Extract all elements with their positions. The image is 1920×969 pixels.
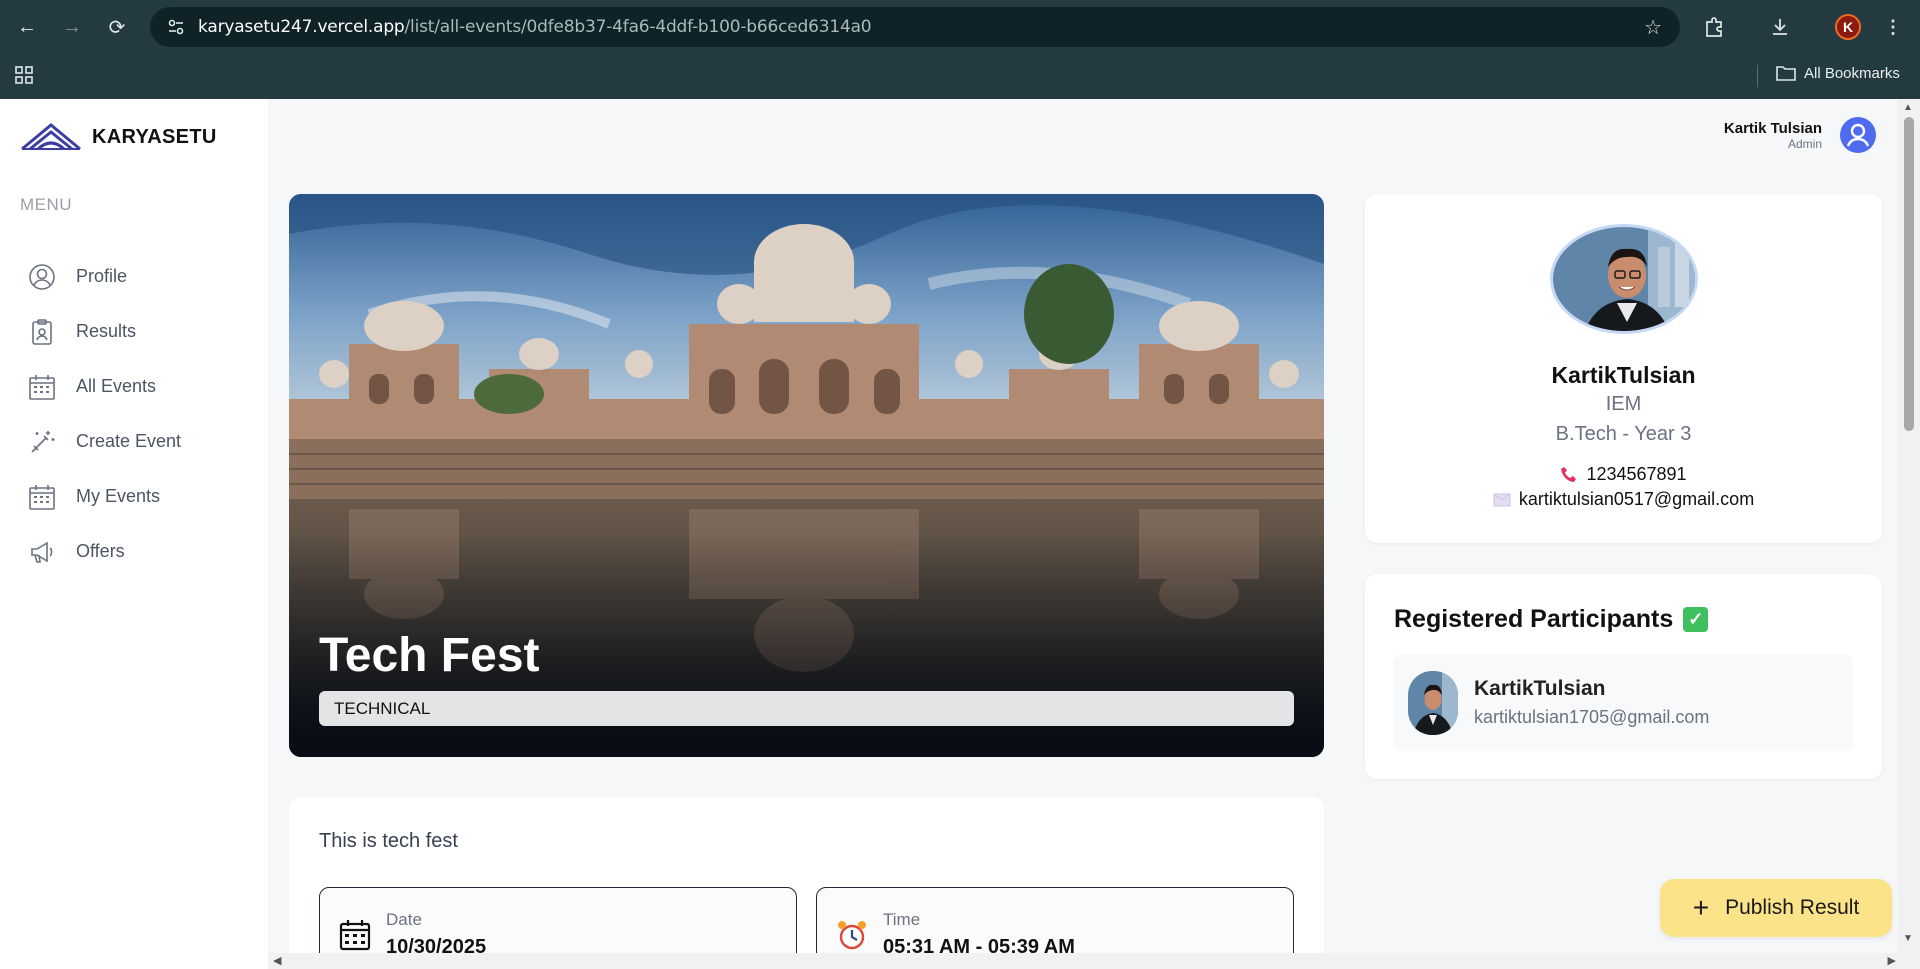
participants-title: Registered Participants ✓ <box>1394 605 1709 634</box>
user-circle-icon <box>29 263 55 290</box>
participant-avatar <box>1408 671 1458 735</box>
scroll-down-icon[interactable]: ▼ <box>1903 933 1913 944</box>
apps-grid-icon[interactable] <box>14 65 34 90</box>
logo[interactable]: KARYASETU <box>20 121 217 153</box>
alarm-clock-icon <box>838 921 866 950</box>
bookmarks-divider <box>1757 65 1758 87</box>
bookmark-star-icon[interactable]: ☆ <box>1644 15 1662 40</box>
bookmarks-bar: All Bookmarks <box>0 55 1920 99</box>
publish-result-label: Publish Result <box>1725 896 1860 919</box>
all-bookmarks-button[interactable]: All Bookmarks <box>1776 64 1900 82</box>
download-icon[interactable] <box>1766 13 1794 41</box>
browser-chrome: ← → ⟳ karyasetu247.vercel.app/list/all-e… <box>0 0 1920 99</box>
user-role: Admin <box>1787 136 1822 151</box>
envelope-icon <box>1493 493 1511 506</box>
event-hero: Tech Fest TECHNICAL <box>289 194 1324 757</box>
megaphone-icon <box>31 541 53 563</box>
main-content: Kartik Tulsian Admin Tech Fest TECHNICAL… <box>268 99 1898 953</box>
organizer-phone: 1234567891 <box>1586 464 1687 484</box>
organizer-email-row: kartiktulsian0517@gmail.com <box>1365 489 1882 510</box>
sidebar-item-label: Results <box>76 321 137 341</box>
sidebar-item-label: Profile <box>76 266 128 286</box>
publish-result-button[interactable]: + Publish Result <box>1660 879 1892 937</box>
magic-wand-icon <box>31 430 55 453</box>
clipboard-icon <box>32 318 52 345</box>
scrollbar-thumb[interactable] <box>1904 117 1914 431</box>
reload-icon[interactable]: ⟳ <box>103 13 131 41</box>
scroll-up-icon[interactable]: ▲ <box>1903 102 1913 113</box>
participant-row[interactable]: KartikTulsian kartiktulsian1705@gmail.co… <box>1394 654 1853 751</box>
time-label: Time <box>883 910 921 929</box>
back-icon[interactable]: ← <box>13 13 41 41</box>
event-description: This is tech fest <box>319 830 458 852</box>
organizer-year: B.Tech - Year 3 <box>1555 423 1692 445</box>
organizer-email[interactable]: kartiktulsian0517@gmail.com <box>1519 489 1754 510</box>
sidebar-nav: Profile Results All Events Create Event … <box>28 249 181 579</box>
event-title: Tech Fest <box>319 629 540 682</box>
sidebar-item-label: All Events <box>76 376 157 396</box>
sidebar-item-my-events[interactable]: My Events <box>28 469 181 524</box>
event-time-box: Time 05:31 AM - 05:39 AM <box>816 887 1294 953</box>
event-date-box: Date 10/30/2025 <box>319 887 797 953</box>
time-value: 05:31 AM - 05:39 AM <box>883 936 1075 953</box>
address-bar[interactable]: karyasetu247.vercel.app/list/all-events/… <box>150 7 1680 47</box>
vertical-scrollbar[interactable]: ▲ ▼ <box>1898 99 1920 969</box>
extensions-icon[interactable] <box>1700 13 1728 41</box>
app: KARYASETU MENU Profile Results All Event… <box>0 99 1920 969</box>
event-details-card: This is tech fest Date 10/30/2025 Time 0… <box>289 797 1324 953</box>
organizer-institute: IEM <box>1605 393 1642 415</box>
participants-heading: Registered Participants <box>1394 605 1674 633</box>
sidebar-item-create-event[interactable]: Create Event <box>28 414 181 469</box>
url-domain: karyasetu247.vercel.app <box>198 17 405 37</box>
organizer-name: KartikTulsian <box>1551 362 1696 388</box>
organizer-phone-row: 1234567891 <box>1365 464 1882 485</box>
sidebar-item-all-events[interactable]: All Events <box>28 359 181 414</box>
calendar-icon <box>339 920 371 951</box>
phone-icon <box>1561 466 1577 482</box>
organizer-avatar <box>1550 224 1698 334</box>
karyasetu-logo-icon <box>21 123 81 151</box>
calendar-icon <box>29 484 55 510</box>
user-menu[interactable]: Kartik Tulsian Admin <box>1724 117 1876 153</box>
sidebar-item-results[interactable]: Results <box>28 304 181 359</box>
event-category-badge: TECHNICAL <box>319 691 1294 726</box>
menu-label: MENU <box>20 195 73 214</box>
date-label: Date <box>386 910 422 929</box>
sidebar-item-label: Offers <box>76 541 125 561</box>
url-text[interactable]: karyasetu247.vercel.app/list/all-events/… <box>198 17 872 37</box>
sidebar-item-label: Create Event <box>76 431 182 451</box>
user-name: Kartik Tulsian <box>1723 119 1822 137</box>
scroll-right-icon[interactable]: ▶ <box>1888 954 1896 967</box>
organizer-card: KartikTulsian IEM B.Tech - Year 3 123456… <box>1365 194 1882 543</box>
participant-name: KartikTulsian <box>1474 677 1606 700</box>
plus-icon: + <box>1692 892 1710 923</box>
horizontal-scrollbar[interactable]: ◀ ▶ <box>268 953 1898 969</box>
forward-icon[interactable]: → <box>58 13 86 41</box>
site-settings-icon[interactable] <box>164 15 188 39</box>
sidebar: KARYASETU MENU Profile Results All Event… <box>0 99 268 969</box>
browser-profile-avatar[interactable]: K <box>1835 14 1861 40</box>
url-path: /list/all-events/0dfe8b37-4fa6-4ddf-b100… <box>404 17 872 37</box>
sidebar-item-profile[interactable]: Profile <box>28 249 181 304</box>
scroll-left-icon[interactable]: ◀ <box>273 954 281 967</box>
folder-icon <box>1776 66 1796 81</box>
date-value: 10/30/2025 <box>386 936 487 953</box>
all-bookmarks-label: All Bookmarks <box>1804 64 1900 82</box>
participant-email: kartiktulsian1705@gmail.com <box>1474 707 1710 727</box>
browser-menu-icon[interactable]: ⋮ <box>1879 13 1907 41</box>
check-icon: ✓ <box>1683 607 1709 632</box>
brand-name: KARYASETU <box>92 125 217 148</box>
sidebar-item-offers[interactable]: Offers <box>28 524 181 579</box>
registered-participants-card: Registered Participants ✓ KartikTulsian … <box>1365 574 1882 779</box>
user-avatar-icon[interactable] <box>1840 117 1876 153</box>
user-info: Kartik Tulsian Admin <box>1724 120 1822 151</box>
calendar-icon <box>29 374 55 400</box>
sidebar-item-label: My Events <box>76 486 161 506</box>
